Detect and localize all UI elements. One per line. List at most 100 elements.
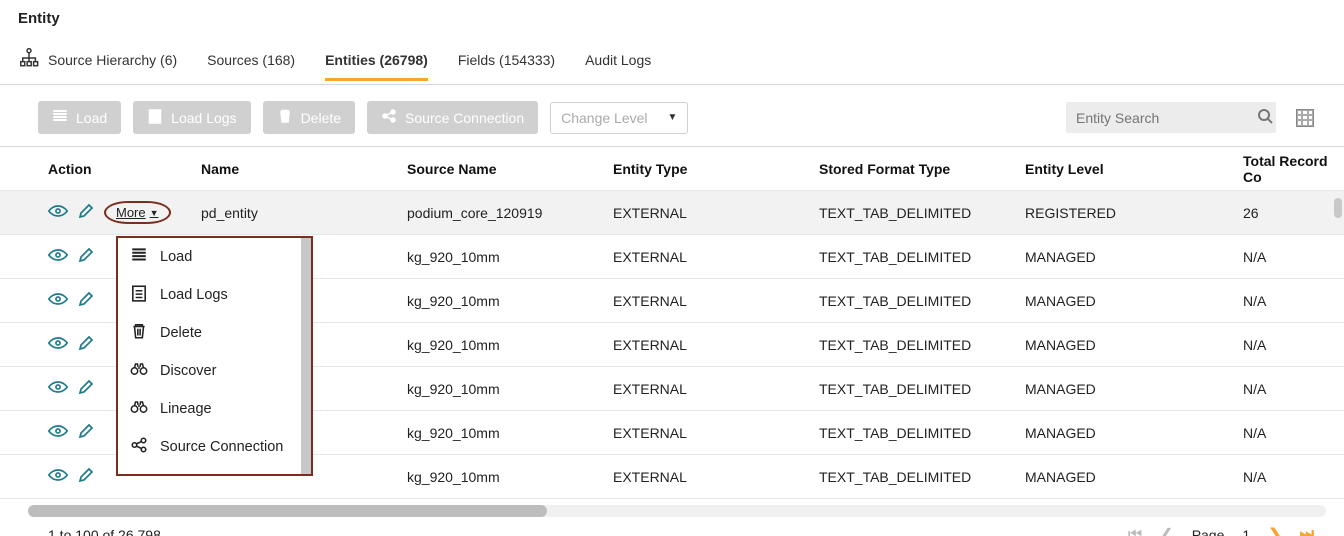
source-connection-button[interactable]: Source Connection bbox=[367, 101, 538, 134]
cell-level: MANAGED bbox=[1025, 425, 1233, 441]
pager-next[interactable]: ❯ bbox=[1268, 525, 1281, 536]
vertical-scrollbar[interactable] bbox=[1334, 198, 1342, 218]
edit-icon[interactable] bbox=[78, 423, 94, 442]
pager-page-label: Page bbox=[1192, 527, 1225, 536]
view-icon[interactable] bbox=[48, 468, 68, 485]
cell-total: N/A bbox=[1233, 425, 1343, 441]
more-label: More bbox=[116, 205, 146, 220]
pager-first[interactable]: ⏮ bbox=[1128, 526, 1142, 536]
button-label: Load bbox=[76, 110, 107, 126]
search-icon bbox=[1257, 108, 1273, 127]
cell-total: 26 bbox=[1233, 205, 1343, 221]
tab-label: Source Hierarchy (6) bbox=[48, 52, 177, 68]
view-icon[interactable] bbox=[48, 380, 68, 397]
caret-down-icon: ▼ bbox=[668, 112, 678, 123]
cell-format: TEXT_TAB_DELIMITED bbox=[819, 205, 1025, 221]
cell-format: TEXT_TAB_DELIMITED bbox=[819, 381, 1025, 397]
binoculars-icon bbox=[130, 360, 148, 382]
cell-total: N/A bbox=[1233, 381, 1343, 397]
tab-source-hierarchy[interactable]: Source Hierarchy (6) bbox=[18, 39, 177, 84]
list-icon bbox=[130, 246, 148, 268]
clipboard-icon bbox=[147, 108, 163, 127]
entity-grid: Action Name Source Name Entity Type Stor… bbox=[0, 147, 1344, 499]
cell-format: TEXT_TAB_DELIMITED bbox=[819, 469, 1025, 485]
cell-format: TEXT_TAB_DELIMITED bbox=[819, 249, 1025, 265]
menu-discover[interactable]: Discover bbox=[118, 352, 311, 390]
edit-icon[interactable] bbox=[78, 291, 94, 310]
cell-level: MANAGED bbox=[1025, 293, 1233, 309]
load-button[interactable]: Load bbox=[38, 101, 121, 134]
cell-total: N/A bbox=[1233, 337, 1343, 353]
change-level-select[interactable]: Change Level ▼ bbox=[550, 102, 688, 134]
col-stored-format[interactable]: Stored Format Type bbox=[819, 161, 1025, 177]
menu-load[interactable]: Load bbox=[118, 238, 311, 276]
col-action[interactable]: Action bbox=[48, 161, 201, 177]
trash-icon bbox=[277, 108, 293, 127]
edit-icon[interactable] bbox=[78, 247, 94, 266]
cell-source: kg_920_10mm bbox=[407, 425, 613, 441]
dropdown-scrollbar[interactable] bbox=[301, 238, 311, 474]
menu-delete[interactable]: Delete bbox=[118, 314, 311, 352]
pager-prev[interactable]: ❮ bbox=[1160, 525, 1173, 536]
menu-load-logs[interactable]: Load Logs bbox=[118, 276, 311, 314]
col-entity-type[interactable]: Entity Type bbox=[613, 161, 819, 177]
tab-sources[interactable]: Sources (168) bbox=[207, 44, 295, 80]
edit-icon[interactable] bbox=[78, 203, 94, 222]
cell-source: kg_920_10mm bbox=[407, 469, 613, 485]
cell-source: kg_920_10mm bbox=[407, 249, 613, 265]
cell-level: MANAGED bbox=[1025, 381, 1233, 397]
cell-format: TEXT_TAB_DELIMITED bbox=[819, 337, 1025, 353]
menu-label: Load Logs bbox=[160, 287, 228, 303]
edit-icon[interactable] bbox=[78, 335, 94, 354]
tab-fields[interactable]: Fields (154333) bbox=[458, 44, 555, 80]
menu-label: Load bbox=[160, 249, 192, 265]
more-dropdown-menu: Load Load Logs Delete Discover Lineage bbox=[116, 236, 313, 476]
cell-format: TEXT_TAB_DELIMITED bbox=[819, 293, 1025, 309]
tab-audit-logs[interactable]: Audit Logs bbox=[585, 44, 651, 80]
page-title: Entity bbox=[0, 0, 1344, 35]
edit-icon[interactable] bbox=[78, 379, 94, 398]
table-row[interactable]: More▼ pd_entity podium_core_120919 EXTER… bbox=[0, 191, 1344, 235]
search-input[interactable] bbox=[1076, 110, 1257, 126]
menu-view-edit[interactable]: View/Edit General Info bbox=[118, 466, 311, 474]
entity-search[interactable] bbox=[1066, 102, 1276, 133]
more-dropdown-trigger[interactable]: More ▼ bbox=[104, 201, 171, 224]
col-entity-level[interactable]: Entity Level bbox=[1025, 161, 1233, 177]
hierarchy-icon bbox=[18, 47, 40, 72]
view-icon[interactable] bbox=[48, 248, 68, 265]
view-icon[interactable] bbox=[48, 424, 68, 441]
toolbar: Load Load Logs Delete Source Connection … bbox=[0, 85, 1344, 147]
menu-source-connection[interactable]: Source Connection bbox=[118, 428, 311, 466]
view-icon[interactable] bbox=[48, 204, 68, 221]
cell-level: REGISTERED bbox=[1025, 205, 1233, 221]
paginator: 1 to 100 of 26,798 ⏮ ❮ Page 1 ❯ ⏭ bbox=[0, 517, 1344, 536]
grid-body: More▼ pd_entity podium_core_120919 EXTER… bbox=[0, 191, 1344, 499]
cell-total: N/A bbox=[1233, 249, 1343, 265]
cell-etype: EXTERNAL bbox=[613, 337, 819, 353]
button-label: Delete bbox=[301, 110, 341, 126]
menu-label: Discover bbox=[160, 363, 216, 379]
list-icon bbox=[52, 108, 68, 127]
pager-last[interactable]: ⏭ bbox=[1300, 526, 1314, 536]
menu-lineage[interactable]: Lineage bbox=[118, 390, 311, 428]
horizontal-scrollbar[interactable] bbox=[28, 505, 1326, 517]
view-icon[interactable] bbox=[48, 336, 68, 353]
select-label: Change Level bbox=[561, 110, 647, 126]
scrollbar-thumb[interactable] bbox=[28, 505, 547, 517]
load-logs-button[interactable]: Load Logs bbox=[133, 101, 250, 134]
tab-entities[interactable]: Entities (26798) bbox=[325, 44, 428, 80]
view-icon[interactable] bbox=[48, 292, 68, 309]
col-source-name[interactable]: Source Name bbox=[407, 161, 613, 177]
col-name[interactable]: Name bbox=[201, 161, 407, 177]
delete-button[interactable]: Delete bbox=[263, 101, 355, 134]
cell-level: MANAGED bbox=[1025, 249, 1233, 265]
binoculars-icon bbox=[130, 398, 148, 420]
col-total-record[interactable]: Total Record Co bbox=[1233, 153, 1343, 185]
caret-down-icon: ▼ bbox=[150, 208, 159, 218]
pager-summary: 1 to 100 of 26,798 bbox=[48, 527, 161, 536]
menu-label: Source Connection bbox=[160, 439, 283, 455]
menu-label: Delete bbox=[160, 325, 202, 341]
edit-icon[interactable] bbox=[78, 467, 94, 486]
column-picker-icon[interactable] bbox=[1296, 109, 1314, 127]
trash-icon bbox=[130, 322, 148, 344]
